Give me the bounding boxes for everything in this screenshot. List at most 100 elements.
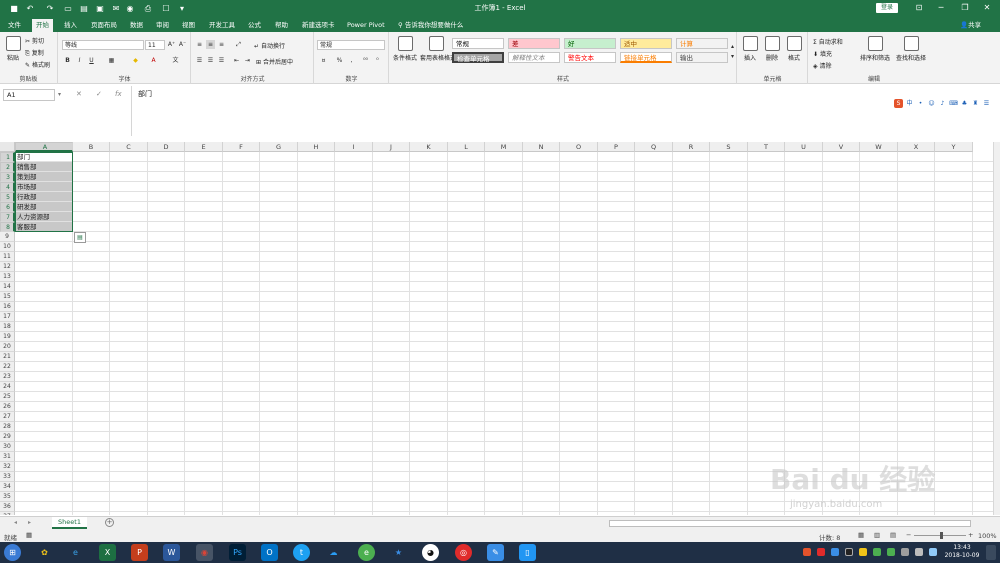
column-header-V[interactable]: V [823, 142, 860, 152]
tab-developer[interactable]: 开发工具 [205, 19, 239, 32]
align-middle-icon[interactable]: ≡ [206, 40, 215, 49]
row-header-14[interactable]: 14 [0, 282, 15, 292]
ime-emoji-icon[interactable]: ☺ [927, 99, 936, 108]
row-header-37[interactable]: 37 [0, 512, 15, 515]
comma-button[interactable]: , [347, 56, 356, 65]
cell-style-3[interactable]: 适中 [620, 38, 672, 49]
add-sheet-icon[interactable]: + [105, 518, 114, 527]
column-header-T[interactable]: T [748, 142, 785, 152]
cell-style-6[interactable]: 解释性文本 [508, 52, 560, 63]
row-header-9[interactable]: 9 [0, 232, 15, 242]
format-painter-button[interactable]: ✎ 格式刷 [25, 60, 50, 69]
tablet-app-icon[interactable]: ▯ [519, 544, 536, 561]
tab-formulas[interactable]: 公式 [244, 19, 265, 32]
zoom-slider-thumb[interactable] [940, 532, 943, 539]
row-header-33[interactable]: 33 [0, 472, 15, 482]
align-bottom-icon[interactable]: ≡ [217, 40, 226, 49]
align-left-icon[interactable]: ☰ [195, 56, 204, 65]
ime-keyboard-icon[interactable]: ⌨ [949, 99, 958, 108]
column-header-A[interactable]: A [15, 142, 73, 152]
cell-style-5[interactable]: 检查单元格 [452, 52, 504, 63]
cell-style-4[interactable]: 计算 [676, 38, 728, 49]
font-name-select[interactable]: 等线 [62, 40, 144, 50]
row-header-20[interactable]: 20 [0, 342, 15, 352]
column-header-O[interactable]: O [560, 142, 598, 152]
column-header-K[interactable]: K [410, 142, 448, 152]
fill-color-icon[interactable]: ◆ [131, 56, 140, 65]
currency-icon[interactable]: ¤ [319, 56, 328, 65]
zoom-level[interactable]: 100% [978, 532, 997, 540]
close-icon[interactable]: ✕ [976, 1, 998, 15]
tray-blue-icon[interactable] [831, 548, 839, 556]
number-format-select[interactable]: 常规 [317, 40, 385, 50]
increase-decimal-icon[interactable]: ⁰⁰ [361, 56, 370, 65]
column-header-U[interactable]: U [785, 142, 823, 152]
ime-mic-icon[interactable]: ♪ [938, 99, 947, 108]
align-right-icon[interactable]: ☰ [217, 56, 226, 65]
row-header-17[interactable]: 17 [0, 312, 15, 322]
vertical-scrollbar[interactable] [993, 142, 1000, 515]
border-icon[interactable]: ▦ [107, 56, 116, 65]
wrap-text-button[interactable]: ↵ 自动换行 [254, 41, 285, 50]
row-header-6[interactable]: 6 [0, 202, 15, 212]
merge-center-button[interactable]: ⊞ 合并后居中 [256, 57, 293, 66]
row-header-3[interactable]: 3 [0, 172, 15, 182]
row-header-7[interactable]: 7 [0, 212, 15, 222]
row-header-4[interactable]: 4 [0, 182, 15, 192]
copy-button[interactable]: ⎘ 复制 [25, 48, 44, 58]
chrome-icon[interactable]: ◉ [196, 544, 213, 561]
show-desktop-button[interactable] [986, 545, 996, 560]
photoshop-icon[interactable]: Ps [229, 544, 246, 561]
italic-button[interactable]: I [75, 56, 84, 65]
underline-button[interactable]: U [87, 56, 96, 65]
row-header-34[interactable]: 34 [0, 482, 15, 492]
column-header-X[interactable]: X [898, 142, 935, 152]
row-header-36[interactable]: 36 [0, 502, 15, 512]
find-select-button[interactable]: 查找和选择 [895, 36, 927, 62]
cell-style-9[interactable]: 输出 [676, 52, 728, 63]
row-header-13[interactable]: 13 [0, 272, 15, 282]
column-header-R[interactable]: R [673, 142, 710, 152]
paste-button[interactable]: 粘贴 [3, 36, 23, 62]
decrease-indent-icon[interactable]: ⇤ [232, 56, 241, 65]
column-header-P[interactable]: P [598, 142, 635, 152]
grow-font-icon[interactable]: A⁺ [167, 40, 176, 49]
tray-qq-icon[interactable] [845, 548, 853, 556]
prev-sheet-icon[interactable]: ◂ [14, 519, 17, 526]
ime-menu-icon[interactable]: ☰ [982, 99, 991, 108]
row-header-35[interactable]: 35 [0, 492, 15, 502]
ie-icon[interactable]: e [67, 544, 84, 561]
row-header-5[interactable]: 5 [0, 192, 15, 202]
page-break-view-icon[interactable]: ▤ [890, 531, 896, 539]
tab-file[interactable]: 文件 [4, 19, 25, 32]
row-header-21[interactable]: 21 [0, 352, 15, 362]
name-box[interactable]: A1 [3, 89, 55, 101]
clear-button[interactable]: ◈ 清除 [813, 61, 832, 70]
tray-sogou-icon[interactable] [803, 548, 811, 556]
row-header-28[interactable]: 28 [0, 422, 15, 432]
row-header-2[interactable]: 2 [0, 162, 15, 172]
tab-new[interactable]: 新建选项卡 [298, 19, 339, 32]
column-header-D[interactable]: D [148, 142, 185, 152]
cancel-icon[interactable]: ✕ [76, 90, 82, 98]
app-launcher-icon[interactable]: ✿ [36, 544, 53, 561]
row-header-19[interactable]: 19 [0, 332, 15, 342]
row-header-12[interactable]: 12 [0, 262, 15, 272]
tray-wechat-icon[interactable] [887, 548, 895, 556]
font-size-select[interactable]: 11 [145, 40, 165, 50]
formula-input[interactable]: 部门 [131, 86, 1000, 136]
tab-data[interactable]: 数据 [126, 19, 147, 32]
column-header-S[interactable]: S [710, 142, 748, 152]
gallery-up-icon[interactable]: ▴ [728, 42, 737, 51]
column-header-L[interactable]: L [448, 142, 485, 152]
cell-style-0[interactable]: 常规 [452, 38, 504, 49]
cloud-icon[interactable]: ☁ [325, 544, 342, 561]
cell-style-2[interactable]: 好 [564, 38, 616, 49]
row-header-26[interactable]: 26 [0, 402, 15, 412]
ribbon-display-icon[interactable]: ⊡ [908, 1, 930, 15]
zoom-in-icon[interactable]: + [968, 531, 973, 539]
tab-power-pivot[interactable]: Power Pivot [343, 19, 389, 32]
tray-red-icon[interactable] [817, 548, 825, 556]
fill-button[interactable]: ⬇ 填充 [813, 49, 832, 58]
insert-function-icon[interactable]: fx [115, 90, 122, 98]
